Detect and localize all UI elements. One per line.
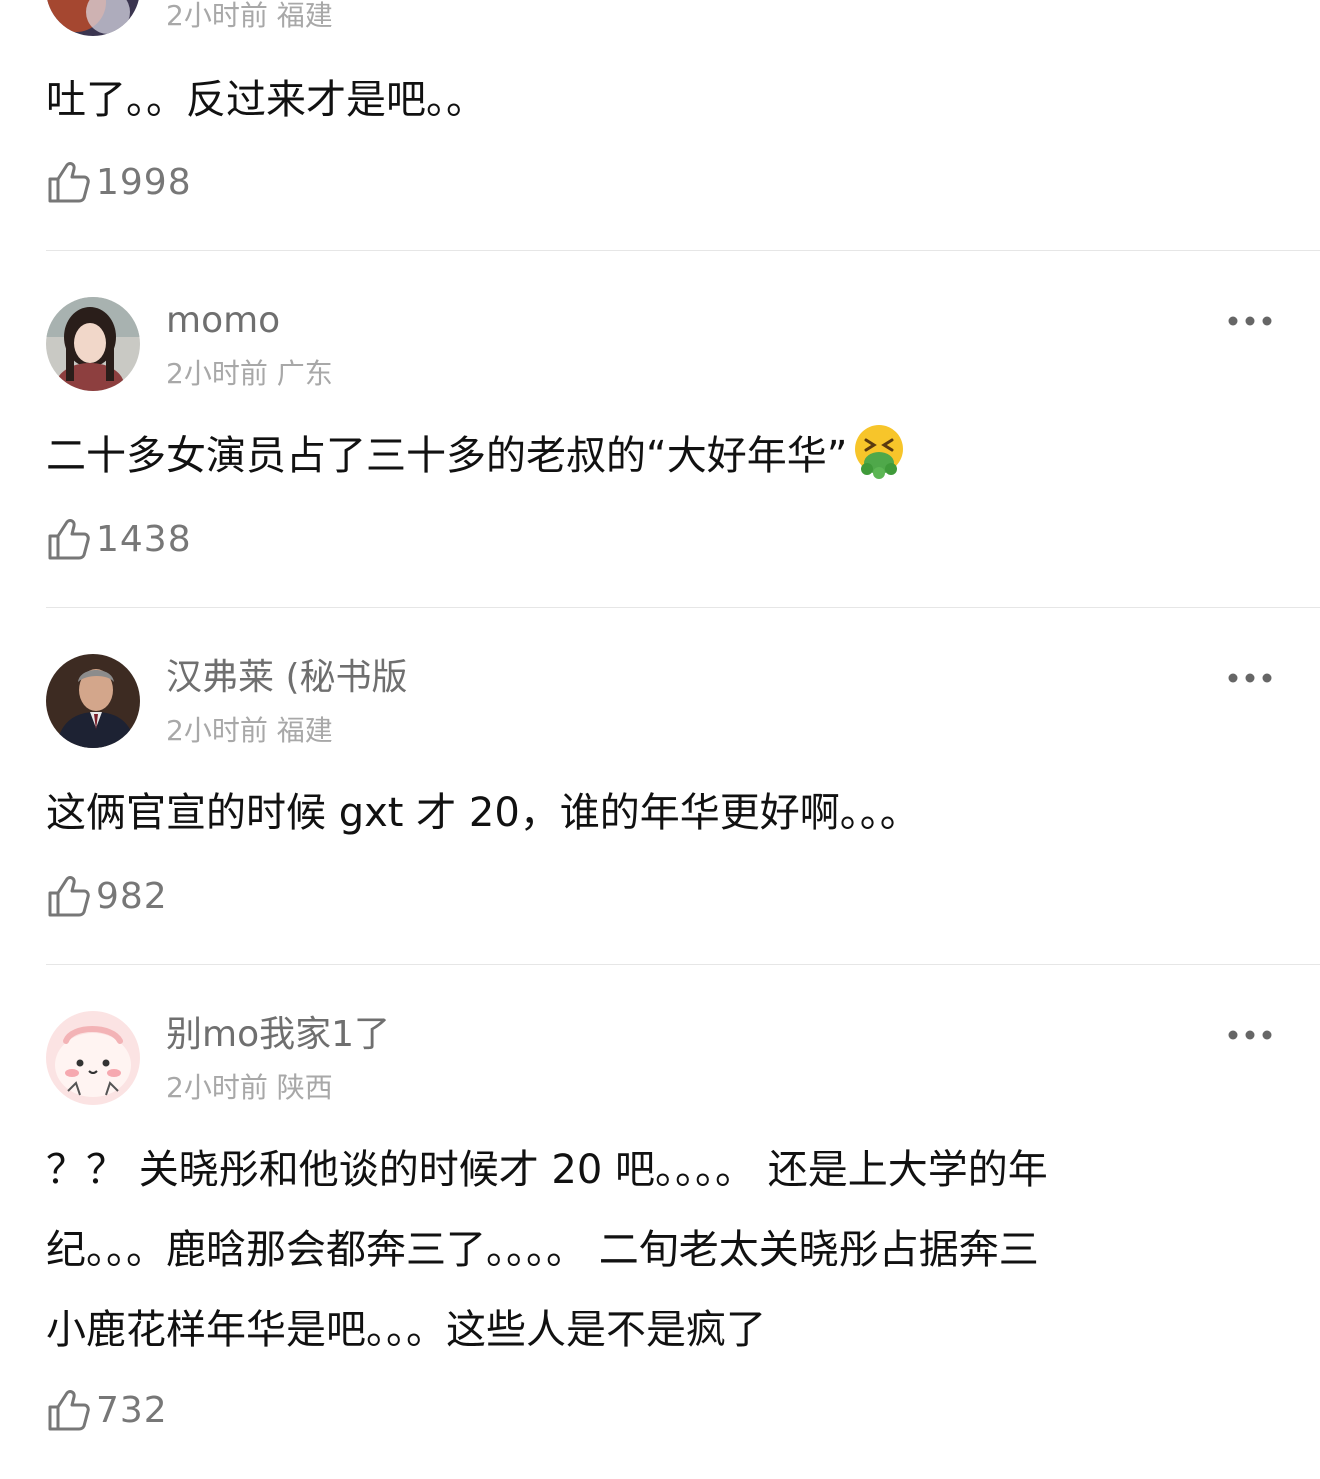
comment-text-line: 纪。。。鹿晗那会都奔三了。。。。 二旬老太关晓彤占据奔三 (46, 1227, 1039, 1273)
username[interactable]: momo (166, 299, 280, 343)
like-count: 982 (96, 875, 168, 917)
like-count: 1438 (96, 518, 192, 560)
thumbs-up-icon (48, 1390, 90, 1431)
more-options-button[interactable] (1226, 668, 1274, 688)
more-options-icon (1228, 316, 1272, 326)
like-button[interactable]: 1438 (46, 514, 192, 564)
comment-meta: 2小时前 广东 (166, 357, 333, 390)
comment-text: ？？ 关晓彤和他谈的时候才 20 吧。。。。 还是上大学的年 纪。。。鹿晗那会都… (46, 1130, 1276, 1370)
comment-text-line: 小鹿花样年华是吧。。。这些人是不是疯了 (46, 1307, 766, 1353)
more-options-icon (1228, 673, 1272, 683)
like-button[interactable]: 1998 (46, 157, 192, 207)
divider (46, 250, 1320, 251)
like-count: 1998 (96, 161, 192, 203)
comment-text: 吐了。。反过来才是吧。。 (46, 77, 486, 123)
comment-text-content: 二十多女演员占了三十多的老叔的“大好年华” (46, 433, 848, 479)
thumbs-up-icon (48, 519, 90, 560)
comment-text: 二十多女演员占了三十多的老叔的“大好年华” (46, 416, 1276, 496)
more-options-button[interactable] (1226, 1025, 1274, 1045)
divider (46, 607, 1320, 608)
username[interactable]: 汉弗莱 (秘书版 (166, 656, 408, 700)
like-button[interactable]: 732 (46, 1385, 168, 1435)
comment-meta: 2小时前 陕西 (166, 1071, 333, 1104)
like-button[interactable]: 982 (46, 871, 168, 921)
avatar[interactable] (46, 1011, 140, 1105)
comment-text: 这俩官宣的时候 gxt 才 20，谁的年华更好啊。。。 (46, 790, 920, 836)
thumbs-up-icon (48, 876, 90, 917)
more-options-icon (1228, 1030, 1272, 1040)
avatar[interactable] (46, 297, 140, 391)
more-options-button[interactable] (1226, 311, 1274, 331)
comment-meta: 2小时前 福建 (166, 0, 333, 32)
like-count: 732 (96, 1389, 168, 1431)
avatar[interactable] (46, 0, 140, 36)
comment-meta: 2小时前 福建 (166, 714, 333, 747)
username[interactable]: 别mo我家1了 (166, 1013, 390, 1057)
thumbs-up-icon (48, 162, 90, 203)
avatar[interactable] (46, 654, 140, 748)
divider (46, 964, 1320, 965)
comment-text-line: ？？ 关晓彤和他谈的时候才 20 吧。。。。 还是上大学的年 (46, 1147, 1048, 1193)
vomiting-face-icon (855, 425, 904, 479)
